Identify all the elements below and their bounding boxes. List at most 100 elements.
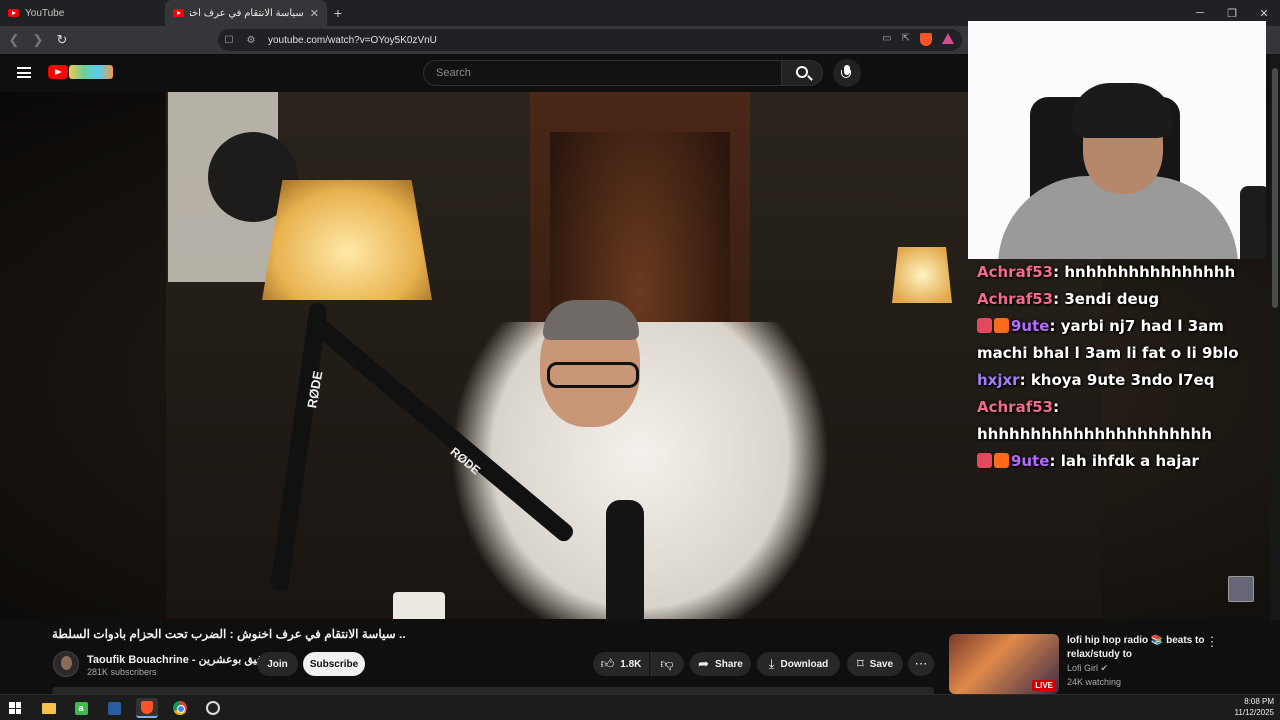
tab-title: سياسة الانتقام في عرف اخنوش : ا bbox=[190, 7, 304, 19]
close-tab-icon[interactable]: ✕ bbox=[310, 7, 319, 20]
taskbar-obs[interactable] bbox=[202, 698, 224, 718]
chat-message: hxjxr: khoya 9ute 3ndo l7eq bbox=[977, 371, 1215, 389]
video-title: .. سياسة الانتقام في عرف اخنوش : الضرب ت… bbox=[52, 627, 406, 641]
start-button[interactable] bbox=[4, 698, 26, 718]
thumbs-down-icon: 👎︎ bbox=[660, 656, 674, 671]
blue-app-icon bbox=[107, 701, 121, 715]
chat-username: 9ute bbox=[1011, 452, 1050, 470]
chat-username: Achraf53 bbox=[977, 398, 1054, 416]
download-label: Download bbox=[780, 658, 829, 670]
system-clock[interactable]: 8:08 PM 11/12/2025 bbox=[1235, 696, 1274, 718]
voice-search-button[interactable] bbox=[833, 59, 861, 87]
chat-text: 3endi deug bbox=[1064, 290, 1160, 308]
chat-username: Achraf53 bbox=[977, 263, 1054, 281]
page-scrollbar[interactable] bbox=[1270, 54, 1280, 620]
folder-icon bbox=[42, 702, 56, 714]
chat-username: hxjxr bbox=[977, 371, 1020, 389]
channel-watermark[interactable] bbox=[1228, 576, 1254, 602]
brave-rewards-icon[interactable] bbox=[942, 33, 954, 44]
download-button[interactable]: ⤓ Download bbox=[757, 652, 840, 676]
search-button[interactable] bbox=[781, 60, 823, 86]
address-bar[interactable]: ☐ ⚙ youtube.com/watch?v=OYoy5K0zVnU ▭ ⇱ bbox=[218, 29, 962, 51]
download-icon: ⤓ bbox=[768, 656, 775, 671]
verified-icon: ✔︎ bbox=[1100, 663, 1109, 673]
like-button[interactable]: 👍︎ 1.8K bbox=[593, 652, 649, 676]
menu-icon[interactable] bbox=[17, 67, 31, 78]
search-input[interactable]: Search bbox=[423, 60, 782, 86]
chat-message: Achraf53: hhhhhhhhhhhhhhhhhhhhhh bbox=[977, 398, 1212, 443]
thumbs-up-icon: 👍︎ bbox=[600, 656, 615, 671]
og-badge-icon bbox=[994, 453, 1009, 468]
chat-message: Achraf53: 3endi deug bbox=[977, 290, 1160, 308]
more-vertical-icon[interactable]: ⋮ bbox=[1205, 634, 1219, 650]
live-badge: LIVE bbox=[1032, 680, 1056, 691]
coffee-mug bbox=[393, 592, 445, 619]
scrollbar-thumb[interactable] bbox=[1272, 68, 1278, 308]
chat-text: khoya 9ute 3ndo l7eq bbox=[1030, 371, 1215, 389]
taskbar-app-blue[interactable] bbox=[103, 698, 125, 718]
save-button[interactable]: ⌑ Save bbox=[847, 652, 903, 676]
dislike-button[interactable]: 👎︎ bbox=[650, 652, 684, 676]
webcam-overlay bbox=[968, 21, 1266, 259]
lamp-left bbox=[262, 180, 432, 300]
share-label: Share bbox=[715, 658, 743, 670]
youtube-logo-icon[interactable] bbox=[48, 65, 68, 79]
back-arrow-icon[interactable]: ❮ bbox=[4, 30, 24, 50]
cast-icon[interactable]: ▭ bbox=[882, 33, 891, 46]
rocket-badge-icon bbox=[977, 453, 992, 468]
chat-text: lah ihfdk a hajar bbox=[1060, 452, 1199, 470]
brave-shield-icon[interactable] bbox=[920, 33, 932, 46]
share-arrow-icon: ➦ bbox=[698, 656, 710, 671]
rocket-badge-icon bbox=[977, 318, 992, 333]
youtube-favicon-icon bbox=[173, 9, 184, 17]
forward-arrow-icon[interactable]: ❯ bbox=[28, 30, 48, 50]
share-page-icon[interactable]: ⇱ bbox=[902, 33, 910, 46]
taskbar-file-explorer[interactable] bbox=[38, 698, 60, 718]
taskbar-app-green[interactable]: a bbox=[70, 698, 92, 718]
youtube-header: Search bbox=[0, 54, 968, 92]
chat-message: 9ute: lah ihfdk a hajar bbox=[977, 448, 1267, 475]
chat-text: hhhhhhhhhhhhhhhhhhhhhh bbox=[977, 425, 1212, 443]
site-info-icon[interactable]: ⚙ bbox=[240, 35, 262, 46]
like-count: 1.8K bbox=[620, 658, 642, 670]
browser-tab-youtube[interactable]: YouTube bbox=[0, 0, 165, 26]
channel-avatar[interactable] bbox=[53, 651, 79, 677]
obs-icon bbox=[206, 701, 220, 715]
clock-time: 8:08 PM bbox=[1244, 697, 1274, 706]
og-badge-icon bbox=[994, 318, 1009, 333]
youtube-doodle-logo[interactable] bbox=[69, 65, 113, 79]
windows-taskbar: a 8:08 PM 11/12/2025 bbox=[0, 694, 1280, 720]
recommended-title[interactable]: lofi hip hop radio 📚 beats to relax/stud… bbox=[1067, 634, 1207, 662]
channel-name[interactable]: Taoufik Bouachrine - توفيق بوعشرين bbox=[87, 653, 271, 666]
chat-message: 9ute: yarbi nj7 had l 3am machi bhal l 3… bbox=[977, 317, 1239, 362]
url-text[interactable]: youtube.com/watch?v=OYoy5K0zVnU bbox=[268, 35, 437, 46]
bookmark-add-icon: ⌑ bbox=[856, 656, 864, 671]
lamp-right bbox=[892, 247, 952, 303]
bookmark-icon[interactable]: ☐ bbox=[218, 35, 240, 46]
taskbar-chrome[interactable] bbox=[169, 698, 191, 718]
search-icon bbox=[796, 66, 808, 78]
recommended-watching: 24K watching bbox=[1067, 677, 1122, 687]
chrome-icon bbox=[173, 701, 187, 715]
recommended-channel[interactable]: Lofi Girl ✔︎ bbox=[1067, 663, 1108, 674]
presenter-hair bbox=[543, 300, 639, 340]
screen: YouTube سياسة الانتقام في عرف اخنوش : ا … bbox=[0, 0, 1280, 720]
more-horizontal-icon: ⋯ bbox=[914, 656, 928, 671]
brave-browser-icon bbox=[141, 700, 153, 714]
share-button[interactable]: ➦ Share bbox=[690, 652, 751, 676]
taskbar-brave[interactable] bbox=[136, 698, 158, 718]
chat-username: Achraf53 bbox=[977, 290, 1054, 308]
join-button[interactable]: Join bbox=[257, 652, 298, 676]
more-actions-button[interactable]: ⋯ bbox=[908, 652, 934, 676]
chat-message: Achraf53: hnhhhhhhhhhhhhhh bbox=[977, 263, 1236, 281]
wall-poster bbox=[168, 92, 298, 282]
new-tab-button[interactable]: + bbox=[327, 5, 349, 21]
microphone-icon bbox=[841, 65, 851, 78]
reload-icon[interactable]: ↻ bbox=[52, 30, 72, 50]
presenter-glasses bbox=[547, 362, 639, 388]
browser-tab-video[interactable]: سياسة الانتقام في عرف اخنوش : ا ✕ bbox=[165, 0, 327, 26]
recommended-thumbnail[interactable]: LIVE bbox=[949, 634, 1059, 694]
subscribe-button[interactable]: Subscribe bbox=[303, 652, 365, 676]
clock-date: 11/12/2025 bbox=[1234, 708, 1274, 717]
subscriber-count: 281K subscribers bbox=[87, 667, 157, 677]
